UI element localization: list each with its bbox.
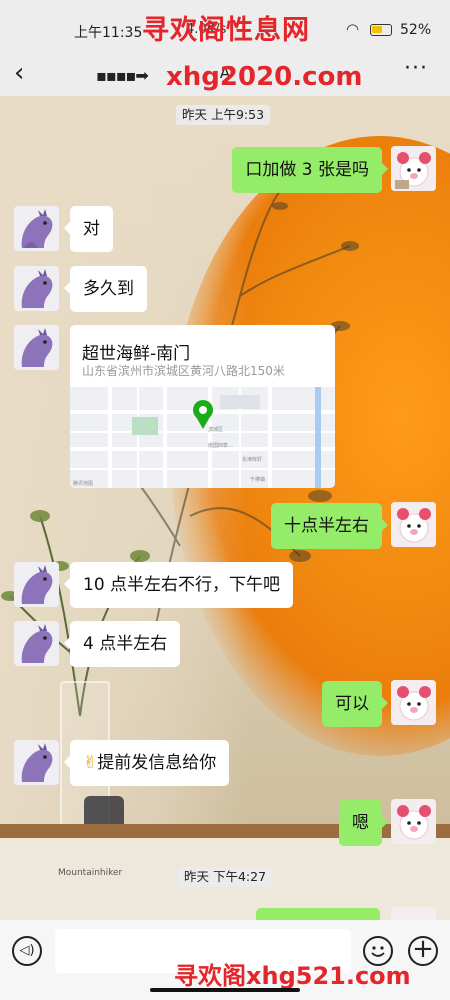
dinosaur-avatar-icon (14, 562, 59, 607)
dinosaur-avatar-icon (14, 206, 59, 251)
message-bubble-out[interactable]: 嗯 (339, 800, 388, 846)
avatar[interactable] (391, 680, 436, 725)
bear-avatar-icon (391, 502, 436, 547)
dinosaur-avatar-icon (14, 325, 59, 370)
watermark-url: xhg2020.com (166, 62, 363, 92)
bear-avatar-icon (391, 799, 436, 844)
map-label: 滨城区 (208, 426, 223, 433)
message-bubble-in[interactable]: 对 (64, 206, 113, 252)
map-label: 南国四季… (208, 442, 233, 449)
avatar[interactable] (14, 621, 59, 666)
message-bubble-in[interactable]: 10 点半左右不行，下午吧 (63, 562, 294, 608)
avatar[interactable] (391, 146, 436, 191)
map-label: 东津鲜虾 (242, 456, 262, 463)
message-bubble-out[interactable]: 十点半左右 (271, 503, 388, 549)
status-time: 上午11:35 (74, 25, 143, 41)
avatar[interactable] (14, 562, 59, 607)
voice-icon[interactable]: ◁) (12, 936, 42, 966)
avatar[interactable] (14, 325, 59, 370)
more-dots-icon[interactable]: ··· (404, 56, 428, 81)
avatar-partial (391, 907, 436, 920)
map-label: 腾讯地图 (73, 480, 93, 487)
message-bubble-out[interactable]: 可以 (322, 681, 388, 727)
avatar[interactable] (14, 206, 59, 251)
battery-icon (370, 24, 392, 36)
dinosaur-avatar-icon (14, 266, 59, 311)
plus-icon[interactable]: + (408, 936, 438, 966)
location-map: 滨城区 南国四季… 东津鲜虾 千佛镇 腾讯地图 (70, 387, 335, 488)
bear-avatar-icon (391, 680, 436, 725)
dinosaur-avatar-icon (14, 621, 59, 666)
location-name: 超世海鲜-南门 (82, 344, 191, 364)
home-indicator (150, 988, 300, 992)
location-address: 山东省滨州市滨城区黄河八路北150米 (82, 364, 285, 378)
timestamp: 昨天 上午9:53 (176, 105, 271, 125)
message-bubble-out[interactable]: 口加做 3 张是吗 (232, 147, 388, 193)
avatar[interactable] (14, 266, 59, 311)
chat-wallpaper: Mountainhiker (0, 96, 450, 920)
timestamp: 昨天 下午4:27 (178, 867, 273, 887)
message-bubble-in[interactable]: 4 点半左右 (63, 621, 181, 667)
message-bubble-in[interactable]: 多久到 (64, 266, 147, 312)
message-bubble-out-partial (256, 908, 380, 920)
location-card[interactable]: 超世海鲜-南门 山东省滨州市滨城区黄河八路北150米 滨城区 南国四季… 东津鲜… (70, 325, 335, 488)
watermark-top: 寻欢阁性息网 (142, 15, 310, 46)
avatar[interactable] (391, 799, 436, 844)
bear-avatar-icon (391, 146, 436, 191)
wifi-icon: ◠ (346, 20, 360, 38)
map-label: 千佛镇 (250, 476, 265, 483)
wallpaper-box-label: Mountainhiker (58, 868, 123, 878)
battery-percent: 52% (400, 22, 432, 38)
dinosaur-avatar-icon (14, 740, 59, 785)
message-text: 提前发信息给你 (97, 753, 217, 773)
avatar[interactable] (14, 740, 59, 785)
victory-hand-icon: ✌ (83, 753, 98, 773)
avatar[interactable] (391, 502, 436, 547)
message-bubble-in[interactable]: ✌提前发信息给你 (63, 740, 230, 786)
watermark-bottom: 寻欢阁xhg521.com (174, 962, 411, 990)
